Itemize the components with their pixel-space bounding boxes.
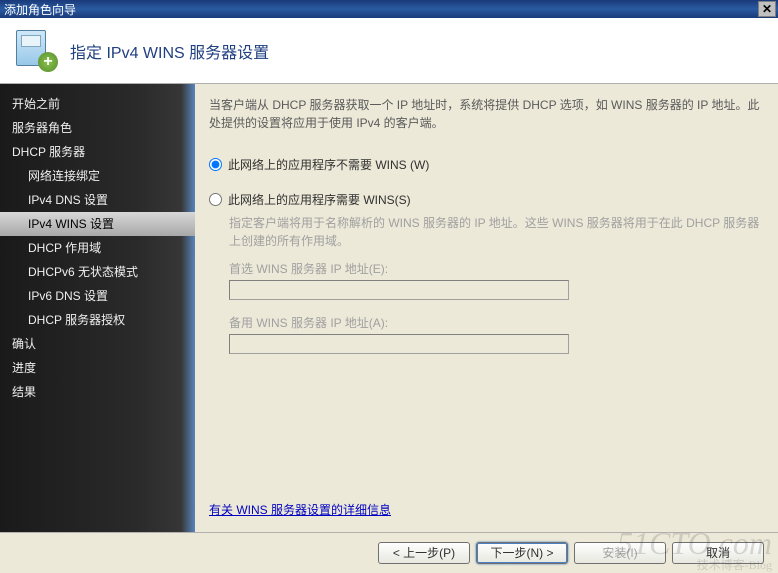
- wins-sub-block: 指定客户端将用于名称解析的 WINS 服务器的 IP 地址。这些 WINS 服务…: [229, 214, 760, 368]
- radio-need-wins-label: 此网络上的应用程序需要 WINS(S): [228, 191, 411, 208]
- radio-no-wins-label: 此网络上的应用程序不需要 WINS (W): [228, 156, 429, 173]
- window-title: 添加角色向导: [4, 1, 76, 18]
- page-title: 指定 IPv4 WINS 服务器设置: [70, 39, 269, 63]
- nav-server-roles[interactable]: 服务器角色: [0, 116, 195, 140]
- nav-dhcp-scope[interactable]: DHCP 作用域: [0, 236, 195, 260]
- nav-dhcp-auth[interactable]: DHCP 服务器授权: [0, 308, 195, 332]
- radio-no-wins[interactable]: 此网络上的应用程序不需要 WINS (W): [209, 156, 760, 173]
- next-button[interactable]: 下一步(N) >: [476, 542, 568, 564]
- wizard-footer: < 上一步(P) 下一步(N) > 安装(I) 取消: [0, 532, 778, 572]
- wizard-icon: +: [16, 30, 58, 72]
- nav-dhcpv6-stateless[interactable]: DHCPv6 无状态模式: [0, 260, 195, 284]
- wins-info-link[interactable]: 有关 WINS 服务器设置的详细信息: [209, 501, 391, 518]
- close-button[interactable]: ✕: [758, 1, 776, 17]
- wizard-header: + 指定 IPv4 WINS 服务器设置: [0, 18, 778, 84]
- close-icon: ✕: [762, 2, 772, 16]
- nav-ipv4-wins[interactable]: IPv4 WINS 设置: [0, 212, 195, 236]
- nav-dhcp-server[interactable]: DHCP 服务器: [0, 140, 195, 164]
- radio-need-wins-input[interactable]: [209, 193, 222, 206]
- alt-wins-input[interactable]: [229, 334, 569, 354]
- nav-before[interactable]: 开始之前: [0, 92, 195, 116]
- nav-sidebar: 开始之前 服务器角色 DHCP 服务器 网络连接绑定 IPv4 DNS 设置 I…: [0, 84, 195, 532]
- cancel-button[interactable]: 取消: [672, 542, 764, 564]
- primary-wins-input[interactable]: [229, 280, 569, 300]
- alt-wins-label: 备用 WINS 服务器 IP 地址(A):: [229, 314, 760, 331]
- install-button[interactable]: 安装(I): [574, 542, 666, 564]
- nav-ipv6-dns[interactable]: IPv6 DNS 设置: [0, 284, 195, 308]
- intro-text: 当客户端从 DHCP 服务器获取一个 IP 地址时，系统将提供 DHCP 选项，…: [209, 96, 760, 132]
- wins-sub-desc: 指定客户端将用于名称解析的 WINS 服务器的 IP 地址。这些 WINS 服务…: [229, 214, 760, 250]
- prev-button[interactable]: < 上一步(P): [378, 542, 470, 564]
- wizard-body: 开始之前 服务器角色 DHCP 服务器 网络连接绑定 IPv4 DNS 设置 I…: [0, 84, 778, 532]
- nav-progress[interactable]: 进度: [0, 356, 195, 380]
- radio-need-wins[interactable]: 此网络上的应用程序需要 WINS(S): [209, 191, 760, 208]
- content-pane: 当客户端从 DHCP 服务器获取一个 IP 地址时，系统将提供 DHCP 选项，…: [195, 84, 778, 532]
- nav-network-binding[interactable]: 网络连接绑定: [0, 164, 195, 188]
- primary-wins-label: 首选 WINS 服务器 IP 地址(E):: [229, 260, 760, 277]
- radio-no-wins-input[interactable]: [209, 158, 222, 171]
- nav-results[interactable]: 结果: [0, 380, 195, 404]
- plus-icon: +: [38, 52, 58, 72]
- title-bar: 添加角色向导 ✕: [0, 0, 778, 18]
- nav-confirm[interactable]: 确认: [0, 332, 195, 356]
- nav-ipv4-dns[interactable]: IPv4 DNS 设置: [0, 188, 195, 212]
